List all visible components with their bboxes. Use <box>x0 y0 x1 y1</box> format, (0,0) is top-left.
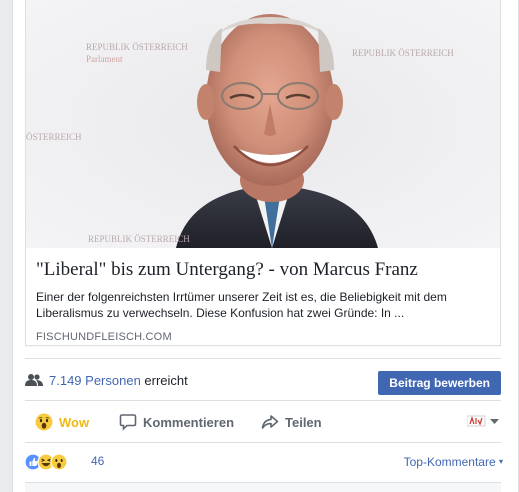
divider <box>25 358 501 359</box>
chevron-down-icon <box>490 417 499 428</box>
preview-title[interactable]: "Liberal" bis zum Untergang? - von Marcu… <box>36 257 490 283</box>
comment-label: Kommentieren <box>143 414 235 430</box>
reach-suffix: erreicht <box>144 373 188 388</box>
comment-sort-dropdown[interactable]: Top-Kommentare ▾ <box>404 455 503 469</box>
wow-label: Wow <box>59 414 90 430</box>
sort-label: Top-Kommentare <box>403 455 496 469</box>
comment-icon <box>119 413 137 431</box>
promote-post-button[interactable]: Beitrag bewerben <box>378 371 501 395</box>
reaction-icons[interactable] <box>24 453 75 471</box>
comment-area <box>25 482 501 492</box>
reach-row: 7.149 Personen erreicht Beitrag bewerben <box>25 366 501 396</box>
watermark-text: ÖSTERREICH <box>26 132 82 142</box>
portrait-photo: REPUBLIK ÖSTERREICH Parlament ÖSTERREICH… <box>26 0 500 248</box>
preview-text[interactable]: "Liberal" bis zum Untergang? - von Marcu… <box>36 257 490 343</box>
share-label: Teilen <box>285 414 322 430</box>
watermark-text: Parlament <box>86 54 123 64</box>
wow-reaction-button[interactable]: Wow <box>35 413 89 431</box>
reach-text: 7.149 Personen erreicht <box>49 373 188 388</box>
link-preview[interactable]: REPUBLIK ÖSTERREICH Parlament ÖSTERREICH… <box>25 0 501 346</box>
caret-down-icon: ▾ <box>498 457 503 466</box>
post-as-selector[interactable] <box>466 415 499 430</box>
share-button[interactable]: Teilen <box>261 413 322 431</box>
post-actions: Wow Kommentieren Teilen <box>25 405 501 439</box>
comment-button[interactable]: Kommentieren <box>119 413 234 431</box>
preview-domain: FISCHUNDFLEISCH.COM <box>36 331 172 343</box>
watermark-text: REPUBLIK ÖSTERREICH <box>86 42 188 52</box>
divider <box>25 400 501 401</box>
preview-description: Einer der folgenreichsten Irrtümer unser… <box>36 290 447 320</box>
reaction-count[interactable]: 46 <box>91 454 104 468</box>
profile-thumb-icon <box>466 415 487 430</box>
wow-reaction-icon <box>50 453 68 471</box>
watermark-text: REPUBLIK ÖSTERREICH <box>352 48 454 58</box>
watermark-text: REPUBLIK ÖSTERREICH <box>88 234 190 244</box>
divider <box>25 442 501 443</box>
post-card: REPUBLIK ÖSTERREICH Parlament ÖSTERREICH… <box>12 0 519 492</box>
wow-emoji-icon <box>35 413 53 431</box>
reach-count-link[interactable]: 7.149 Personen <box>49 373 141 388</box>
people-icon <box>25 373 43 387</box>
reaction-summary: 46 Top-Kommentare ▾ <box>24 450 503 472</box>
preview-image[interactable]: REPUBLIK ÖSTERREICH Parlament ÖSTERREICH… <box>26 0 500 248</box>
share-icon <box>261 413 279 431</box>
